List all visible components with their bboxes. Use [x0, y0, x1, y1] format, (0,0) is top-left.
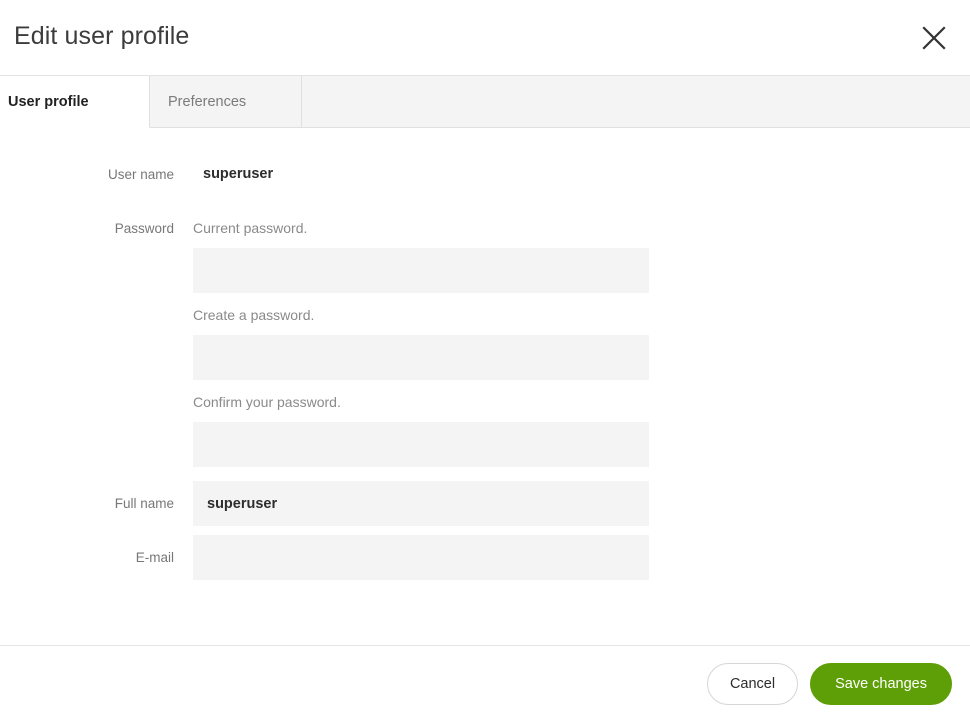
form-row-username: User name superuser [0, 162, 970, 184]
page-title: Edit user profile [14, 22, 190, 50]
fullname-control [193, 481, 649, 526]
form-row-fullname: Full name [0, 481, 970, 526]
email-input[interactable] [193, 535, 649, 580]
confirm-password-input[interactable] [193, 422, 649, 467]
field-gap-2 [193, 380, 649, 392]
tab-preferences[interactable]: Preferences [150, 76, 302, 128]
fullname-label: Full name [114, 496, 174, 511]
close-icon [921, 25, 947, 51]
create-password-input[interactable] [193, 335, 649, 380]
tab-bar-filler [302, 76, 970, 128]
dialog-body: User name superuser Password Current pas… [0, 128, 970, 645]
username-value: superuser [203, 166, 274, 182]
current-password-input[interactable] [193, 248, 649, 293]
confirm-password-helper: Confirm your password. [193, 394, 341, 410]
tab-user-profile[interactable]: User profile [0, 76, 150, 128]
email-control [193, 535, 649, 580]
cancel-button[interactable]: Cancel [706, 662, 799, 705]
field-gap-1 [193, 293, 649, 305]
current-password-helper: Current password. [193, 220, 308, 236]
form-row-email: E-mail [0, 535, 970, 580]
tab-bar: User profile Preferences [0, 76, 970, 128]
password-label: Password [114, 221, 174, 236]
fullname-input[interactable] [193, 481, 649, 526]
tab-preferences-label: Preferences [168, 93, 247, 110]
create-password-helper: Create a password. [193, 307, 315, 323]
dialog-footer: Cancel Save changes [0, 645, 970, 721]
username-label: User name [107, 167, 174, 182]
password-fields: Current password. Create a password. Con… [193, 218, 649, 467]
form-row-password: Password Current password. Create a pass… [0, 218, 970, 467]
edit-user-profile-dialog: Edit user profile User profile Preferenc… [0, 0, 970, 721]
tab-user-profile-label: User profile [8, 93, 89, 110]
save-changes-button[interactable]: Save changes [810, 662, 952, 705]
email-label: E-mail [135, 550, 174, 565]
close-button[interactable] [914, 18, 954, 58]
dialog-header: Edit user profile [0, 0, 970, 76]
username-value-wrap: superuser [193, 162, 649, 184]
